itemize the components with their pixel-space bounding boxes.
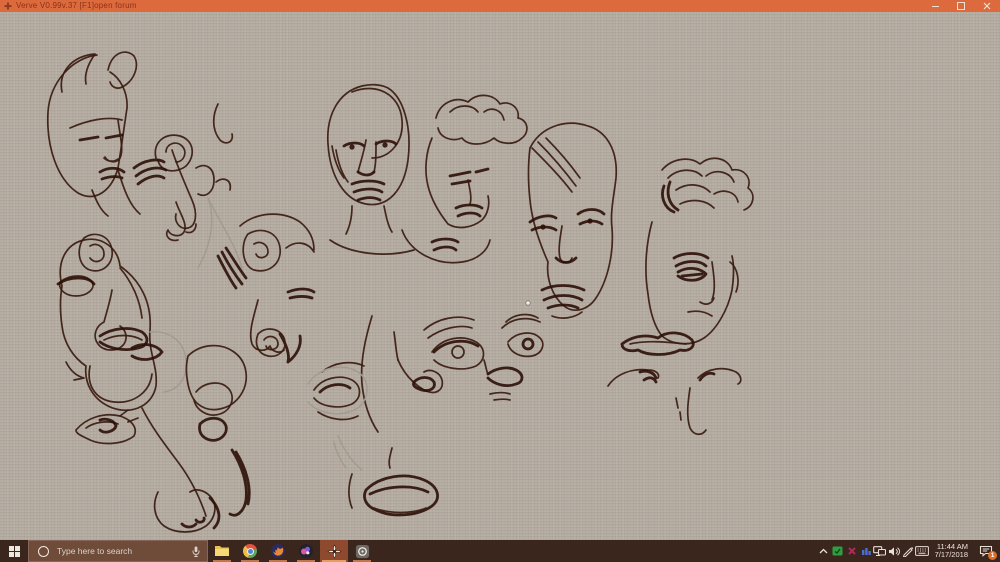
- pen-tablet-icon[interactable]: [901, 540, 915, 562]
- camera-utility-icon: [355, 544, 370, 559]
- face-sketch-8: [646, 158, 753, 343]
- window-title: Verve V0.99v.37 [F1]open forum: [16, 0, 137, 12]
- touch-keyboard-icon[interactable]: [915, 540, 929, 562]
- hidden-icons-chevron[interactable]: [817, 540, 831, 562]
- file-explorer-icon: [214, 544, 230, 558]
- minimize-icon: [932, 6, 939, 7]
- tray-icon-red-utility[interactable]: [845, 540, 859, 562]
- desktop: { "window": { "title": "Verve V0.99v.37 …: [0, 0, 1000, 562]
- clock-date: 7/17/2018: [935, 551, 968, 560]
- drawing-canvas[interactable]: [0, 12, 1000, 540]
- taskbar-app-camera[interactable]: [348, 540, 376, 562]
- verve-flower-icon: [4, 2, 12, 10]
- maximize-button[interactable]: [948, 0, 974, 12]
- firefox-icon: [270, 543, 286, 559]
- start-button[interactable]: [0, 540, 28, 562]
- face-sketches: [0, 12, 1000, 540]
- face-sketch-2: [134, 104, 242, 268]
- face-sketch-9: [622, 333, 693, 355]
- face-sketch-6: [402, 95, 527, 262]
- tray-icon-green-utility[interactable]: [831, 540, 845, 562]
- face-sketch-11: [308, 316, 442, 515]
- taskbar-clock[interactable]: 11:44 AM 7/17/2018: [929, 543, 974, 560]
- face-sketch-13: [66, 329, 285, 532]
- taskbar-app-verve[interactable]: [320, 540, 348, 562]
- close-button[interactable]: [974, 0, 1000, 12]
- face-sketch-5: [328, 85, 414, 254]
- taskbar-app-file-explorer[interactable]: [208, 540, 236, 562]
- system-tray: 11:44 AM 7/17/2018 1: [817, 540, 1000, 562]
- brush-cursor: [526, 301, 530, 305]
- action-center-button[interactable]: 1: [974, 540, 998, 562]
- face-sketch-4: [218, 214, 314, 362]
- cortana-circle-icon: [38, 546, 49, 557]
- face-sketch-7: [529, 123, 617, 318]
- maximize-icon: [957, 2, 965, 10]
- minimize-button[interactable]: [922, 0, 948, 12]
- face-sketch-3: [58, 234, 162, 410]
- tray-icon-blue-utility[interactable]: [859, 540, 873, 562]
- verve-app-icon: [327, 544, 342, 559]
- chrome-icon: [243, 544, 257, 558]
- taskbar-app-firefox[interactable]: [264, 540, 292, 562]
- notification-badge: 1: [988, 551, 997, 560]
- taskbar-app-chrome[interactable]: [236, 540, 264, 562]
- microphone-icon: [192, 546, 200, 557]
- search-placeholder: Type here to search: [57, 546, 192, 556]
- paint-app-icon: [298, 543, 314, 559]
- close-icon: [983, 2, 991, 10]
- volume-icon[interactable]: [887, 540, 901, 562]
- taskbar: Type here to search: [0, 540, 1000, 562]
- window-titlebar[interactable]: Verve V0.99v.37 [F1]open forum: [0, 0, 1000, 12]
- taskbar-app-paint[interactable]: [292, 540, 320, 562]
- windows-logo-icon: [9, 546, 20, 557]
- face-sketch-1: [48, 52, 140, 216]
- face-sketch-10: [608, 369, 741, 435]
- taskbar-search[interactable]: Type here to search: [28, 540, 208, 562]
- network-icon[interactable]: [873, 540, 887, 562]
